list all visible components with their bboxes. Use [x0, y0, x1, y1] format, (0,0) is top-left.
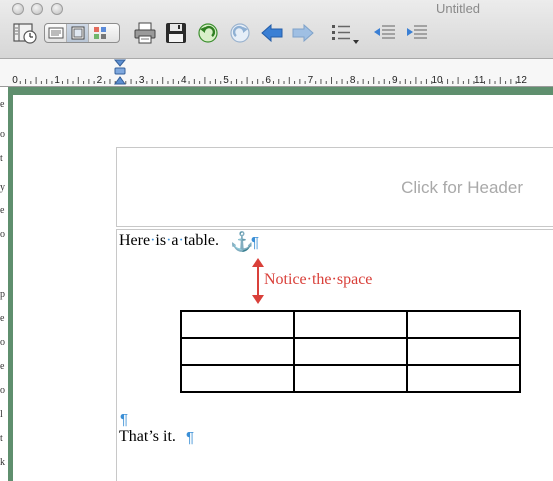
adjacent-page-char: o — [0, 337, 5, 348]
table-row — [180, 364, 521, 393]
printer-icon — [134, 22, 156, 44]
draft-view-icon — [48, 27, 63, 39]
word: table. — [183, 232, 219, 249]
table-cell[interactable] — [180, 364, 295, 393]
document-table[interactable] — [180, 310, 521, 393]
adjacent-page-char: o — [0, 229, 5, 240]
adjacent-page-char: e — [0, 361, 5, 372]
word: Notice — [264, 271, 307, 288]
table-cell[interactable] — [180, 310, 295, 339]
ruler-number: 9 — [392, 75, 398, 86]
sidebar-button[interactable] — [11, 20, 39, 46]
header-region[interactable]: Click for Header — [116, 147, 553, 227]
ruler-scale: 0 1 2 3 4 5 6 7 8 9 10 11 12 — [12, 59, 528, 86]
view-thumbnails-button[interactable] — [89, 24, 111, 42]
print-button[interactable] — [132, 20, 158, 46]
header-placeholder[interactable]: Click for Header — [401, 178, 523, 198]
indent-icon — [407, 25, 427, 39]
window-titlebar: Untitled — [0, 0, 553, 59]
ruler-number: 12 — [516, 75, 528, 86]
ruler-number: 0 — [12, 75, 18, 86]
arrow-right-icon — [292, 23, 314, 43]
sidebar-clock-icon — [13, 23, 37, 44]
adjacent-page-char: e — [0, 313, 5, 324]
word: space — [336, 271, 373, 288]
table-cell[interactable] — [293, 310, 408, 339]
table-cell[interactable] — [293, 337, 408, 366]
redo-icon — [230, 23, 250, 43]
adjacent-page-char: o — [0, 385, 5, 396]
view-mode-segment — [44, 23, 120, 43]
bulleted-list-icon — [332, 25, 359, 44]
paragraph-1[interactable]: Here·is·a·table. — [119, 232, 219, 250]
minimize-window-button[interactable] — [31, 3, 43, 15]
undo-icon — [198, 23, 218, 43]
ruler-number: 11 — [474, 75, 485, 86]
word: Here — [119, 232, 151, 249]
paragraph-last[interactable]: That’s it. — [119, 428, 176, 446]
annotation-text: Notice·the·space — [264, 271, 372, 289]
table-cell[interactable] — [406, 337, 521, 366]
adjacent-page-char: l — [0, 409, 3, 420]
word: the — [311, 271, 332, 288]
view-page-button[interactable] — [67, 24, 89, 42]
floppy-disk-icon — [166, 23, 186, 43]
ruler-number: 3 — [139, 75, 145, 86]
window-title: Untitled — [435, 1, 481, 16]
indent-marker-icon[interactable] — [113, 59, 127, 85]
close-window-button[interactable] — [12, 3, 24, 15]
table-row — [180, 310, 521, 339]
save-button[interactable] — [163, 20, 189, 46]
list-style-button[interactable] — [328, 20, 362, 46]
word: a — [171, 232, 179, 249]
left-page-strip: e o t y e o p e o e o l t k — [0, 87, 8, 481]
arrow-left-icon — [261, 23, 283, 43]
empty-paragraph-mark: ¶ — [120, 411, 129, 428]
adjacent-page-char: e — [0, 205, 5, 216]
adjacent-page-char: e — [0, 99, 5, 110]
indent-increase-button[interactable] — [404, 20, 430, 46]
page-view-icon — [71, 26, 84, 40]
last-line-text: That’s it. — [119, 428, 176, 445]
adjacent-page-char: o — [0, 129, 5, 140]
adjacent-page-char: p — [0, 289, 5, 300]
indent-decrease-button[interactable] — [372, 20, 398, 46]
table-row — [180, 337, 521, 366]
ruler-number: 4 — [181, 75, 187, 86]
table-cell[interactable] — [406, 310, 521, 339]
ruler-number: 5 — [223, 75, 229, 86]
ruler-number: 10 — [431, 75, 443, 86]
adjacent-page-char: t — [0, 433, 3, 444]
paragraph-mark: ¶ — [251, 234, 260, 251]
redo-button[interactable] — [227, 20, 253, 46]
adjacent-page-char: t — [0, 153, 3, 164]
ruler-number: 8 — [350, 75, 356, 86]
zoom-window-button[interactable] — [51, 3, 63, 15]
ruler-number: 2 — [97, 75, 103, 86]
outdent-icon — [374, 25, 395, 39]
table-cell[interactable] — [406, 364, 521, 393]
view-draft-button[interactable] — [45, 24, 67, 42]
ruler-number: 6 — [265, 75, 271, 86]
word: is — [155, 232, 167, 249]
adjacent-page-char: k — [0, 457, 5, 468]
ruler-number: 7 — [308, 75, 314, 86]
undo-button[interactable] — [195, 20, 221, 46]
adjacent-page-char: y — [0, 182, 5, 193]
thumbnails-icon — [94, 27, 106, 39]
paragraph-mark: ¶ — [186, 429, 195, 446]
horizontal-ruler[interactable]: 0 1 2 3 4 5 6 7 8 9 10 11 12 — [0, 59, 553, 87]
back-button[interactable] — [259, 20, 285, 46]
table-cell[interactable] — [293, 364, 408, 393]
ruler-number: 1 — [54, 75, 60, 86]
forward-button[interactable] — [290, 20, 316, 46]
table-cell[interactable] — [180, 337, 295, 366]
